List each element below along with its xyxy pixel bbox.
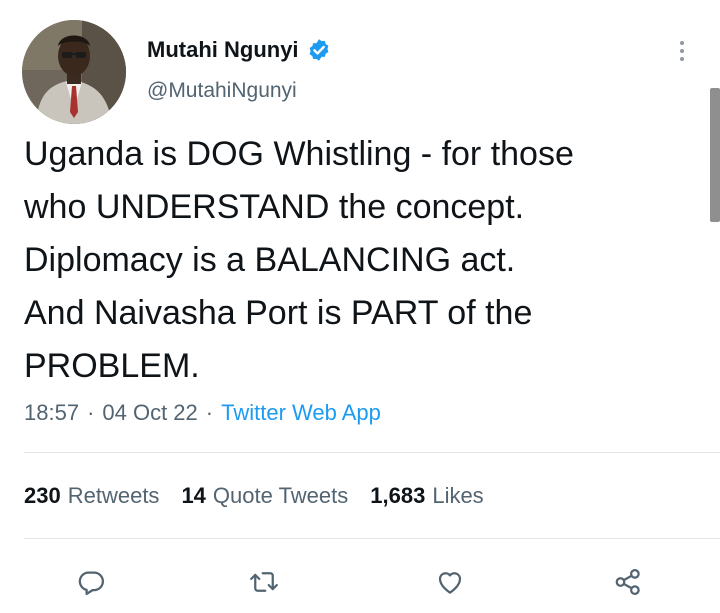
more-dot [680, 41, 684, 45]
meta-separator: · [205, 400, 214, 425]
divider [24, 538, 720, 539]
tweet-source-link[interactable]: Twitter Web App [221, 400, 381, 426]
name-row[interactable]: Mutahi Ngunyi [147, 36, 331, 64]
tweet-text-line: who UNDERSTAND the concept. [24, 188, 525, 226]
meta-separator: · [87, 400, 95, 425]
divider [24, 452, 720, 453]
tweet-time[interactable]: 18:57 [24, 400, 79, 426]
retweet-button[interactable] [244, 562, 284, 602]
share-icon [615, 569, 640, 595]
retweets-stat[interactable]: 230 Retweets [24, 483, 159, 509]
retweets-label: Retweets [67, 483, 160, 508]
quote-tweets-count: 14 [181, 483, 206, 508]
like-icon [438, 572, 462, 594]
more-dot [680, 49, 684, 53]
retweets-count: 230 [24, 483, 61, 508]
quote-tweets-label: Quote Tweets [212, 483, 349, 508]
user-handle[interactable]: @MutahiNgunyi [147, 79, 297, 103]
like-button[interactable] [430, 562, 470, 602]
tweet-text-line: And Naivasha Port is PART of the [24, 294, 533, 332]
tweet-date[interactable]: 04 Oct 22 [102, 400, 197, 426]
reply-button[interactable] [71, 562, 111, 602]
tweet-detail: Mutahi Ngunyi @MutahiNgunyi Uganda is DO… [0, 0, 720, 613]
scrollbar[interactable] [710, 88, 720, 222]
more-options-icon[interactable] [672, 37, 692, 65]
likes-stat[interactable]: 1,683 Likes [370, 483, 483, 509]
tweet-actions-bar [0, 556, 720, 606]
tweet-text-line: Diplomacy is a BALANCING act. [24, 241, 516, 279]
tweet-stats: 230 Retweets 14 Quote Tweets 1,683 Likes [24, 480, 506, 512]
retweet-icon [250, 572, 278, 592]
display-name[interactable]: Mutahi Ngunyi [147, 37, 299, 63]
share-button[interactable] [608, 562, 648, 602]
tweet-text: Uganda is DOG Whistling - for those who … [24, 128, 694, 393]
reply-icon [78, 571, 104, 595]
avatar-photo [22, 20, 126, 124]
verified-badge-icon [309, 39, 328, 61]
tweet-text-line: Uganda is DOG Whistling - for those [24, 135, 574, 173]
tweet-meta: 18:57 · 04 Oct 22 · Twitter Web App [24, 396, 381, 430]
likes-count: 1,683 [370, 483, 426, 508]
more-dot [680, 57, 684, 61]
avatar[interactable] [22, 20, 126, 124]
likes-label: Likes [432, 483, 484, 508]
tweet-text-line: PROBLEM. [24, 347, 200, 385]
quote-tweets-stat[interactable]: 14 Quote Tweets [181, 483, 348, 509]
